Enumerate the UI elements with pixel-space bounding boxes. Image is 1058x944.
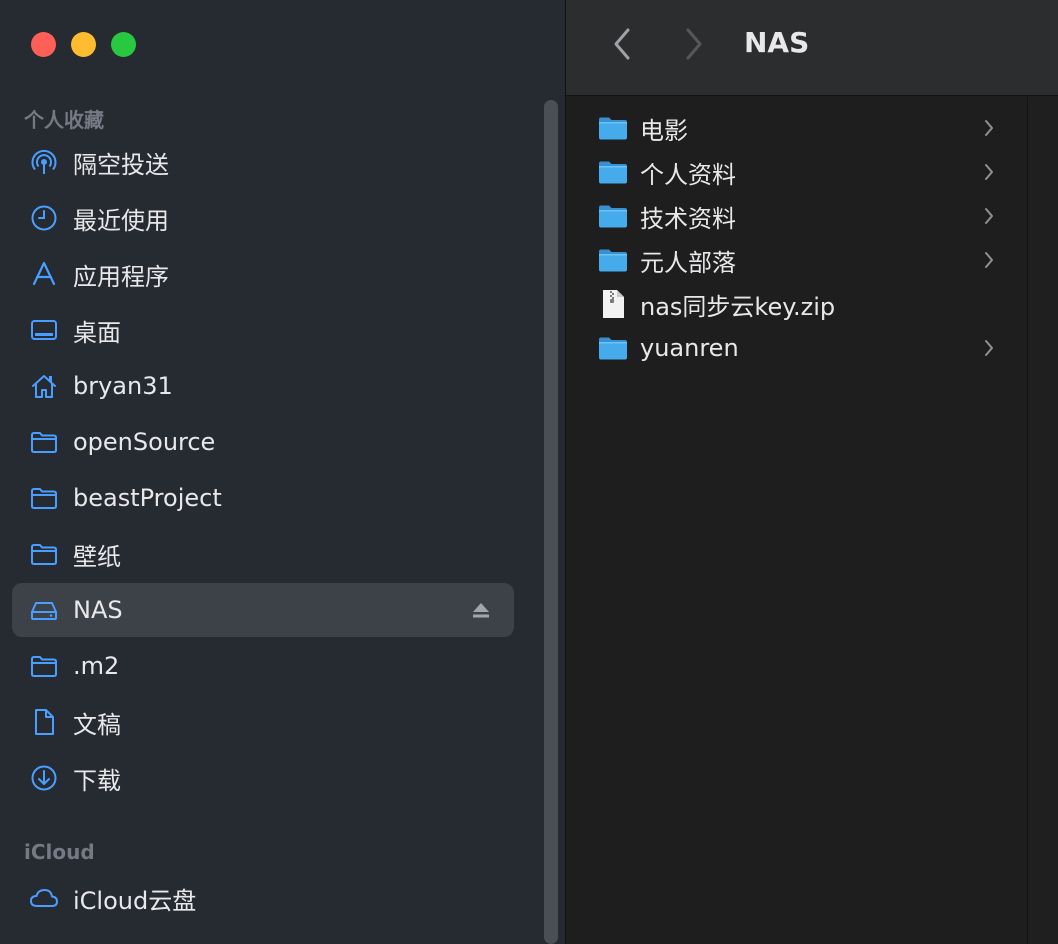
- close-window-button[interactable]: [31, 32, 56, 57]
- file-name: 电影: [640, 116, 688, 145]
- folder-icon: [598, 157, 628, 187]
- forward-button[interactable]: [678, 24, 708, 64]
- file-browser: NAS 电影个人资料技术资料元人部落 nas同步云key.zip yuanren: [565, 0, 1058, 944]
- sidebar-item-item[interactable]: 下载: [12, 751, 514, 805]
- desktop-icon: [28, 314, 60, 346]
- window-title: NAS: [744, 26, 810, 59]
- sidebar-item-m2[interactable]: .m2: [12, 639, 514, 693]
- folder-icon: [598, 201, 628, 231]
- chevron-right-icon: [982, 117, 996, 139]
- sidebar-scrollbar[interactable]: [541, 100, 558, 944]
- back-button[interactable]: [608, 24, 638, 64]
- sidebar-item-nas[interactable]: NAS: [12, 583, 514, 637]
- chevron-right-icon: [982, 249, 996, 271]
- window-controls: [31, 32, 136, 57]
- sidebar-item-label: 最近使用: [73, 206, 169, 235]
- sidebar-scrollbar-thumb[interactable]: [544, 100, 558, 944]
- sidebar-item-label: iCloud云盘: [73, 886, 197, 915]
- sidebar-item-label: 壁纸: [73, 542, 121, 571]
- folder-row[interactable]: 元人部落: [565, 238, 1027, 282]
- sidebar-item-label: NAS: [73, 596, 123, 624]
- sidebar-item-item[interactable]: 文稿: [12, 695, 514, 749]
- sidebar-item-opensource[interactable]: openSource: [12, 415, 514, 469]
- file-name: nas同步云key.zip: [640, 292, 836, 321]
- sidebar-item-label: 应用程序: [73, 262, 169, 291]
- applications-icon: [28, 258, 60, 290]
- cloud-icon: [28, 882, 60, 914]
- sidebar: 个人收藏 隔空投送最近使用应用程序桌面 bryan31 openSource beas…: [0, 0, 565, 944]
- folder-row[interactable]: 个人资料: [565, 150, 1027, 194]
- folder-row[interactable]: 技术资料: [565, 194, 1027, 238]
- file-name: yuanren: [640, 334, 739, 362]
- minimize-window-button[interactable]: [71, 32, 96, 57]
- sidebar-item-item[interactable]: 最近使用: [12, 191, 514, 245]
- next-column: [1028, 97, 1058, 944]
- sidebar-item-label: 桌面: [73, 318, 121, 347]
- airdrop-icon: [28, 146, 60, 178]
- file-row[interactable]: nas同步云key.zip: [565, 282, 1027, 326]
- zip-file-icon: [598, 289, 628, 319]
- zoom-window-button[interactable]: [111, 32, 136, 57]
- sidebar-item-label: 文稿: [73, 710, 121, 739]
- folder-row[interactable]: yuanren: [565, 326, 1027, 370]
- toolbar: NAS: [565, 0, 1058, 96]
- sidebar-item-label: 下载: [73, 766, 121, 795]
- folder-icon: [28, 650, 60, 682]
- sidebar-item-label: openSource: [73, 428, 216, 456]
- icloud-section-title: iCloud: [24, 840, 95, 864]
- sidebar-item-label: .m2: [73, 652, 120, 680]
- folder-row[interactable]: 电影: [565, 106, 1027, 150]
- file-name: 个人资料: [640, 160, 736, 189]
- folder-icon: [598, 113, 628, 143]
- sidebar-item-item[interactable]: 桌面: [12, 303, 514, 357]
- sidebar-item-item[interactable]: 隔空投送: [12, 135, 514, 189]
- folder-icon: [28, 538, 60, 570]
- file-name: 技术资料: [640, 204, 736, 233]
- sidebar-item-icloud[interactable]: iCloud云盘: [12, 871, 514, 925]
- drive-icon: [28, 594, 60, 626]
- folder-icon: [28, 482, 60, 514]
- sidebar-item-item[interactable]: 应用程序: [12, 247, 514, 301]
- chevron-right-icon: [686, 28, 702, 60]
- chevron-right-icon: [982, 337, 996, 359]
- sidebar-item-label: 隔空投送: [73, 150, 169, 179]
- sidebar-item-item[interactable]: 壁纸: [12, 527, 514, 581]
- chevron-right-icon: [982, 205, 996, 227]
- eject-icon[interactable]: [472, 602, 490, 622]
- folder-icon: [28, 426, 60, 458]
- folder-icon: [598, 245, 628, 275]
- home-icon: [28, 370, 60, 402]
- folder-icon: [598, 333, 628, 363]
- sidebar-item-beastproject[interactable]: beastProject: [12, 471, 514, 525]
- sidebar-item-bryan31[interactable]: bryan31: [12, 359, 514, 413]
- sidebar-item-label: beastProject: [73, 484, 222, 512]
- file-name: 元人部落: [640, 248, 736, 277]
- file-list: 电影个人资料技术资料元人部落 nas同步云key.zip yuanren: [565, 97, 1027, 944]
- chevron-left-icon: [614, 28, 630, 60]
- favorites-section-title: 个人收藏: [24, 108, 104, 132]
- clock-icon: [28, 202, 60, 234]
- document-icon: [28, 706, 60, 738]
- chevron-right-icon: [982, 161, 996, 183]
- download-icon: [28, 762, 60, 794]
- sidebar-item-label: bryan31: [73, 372, 173, 400]
